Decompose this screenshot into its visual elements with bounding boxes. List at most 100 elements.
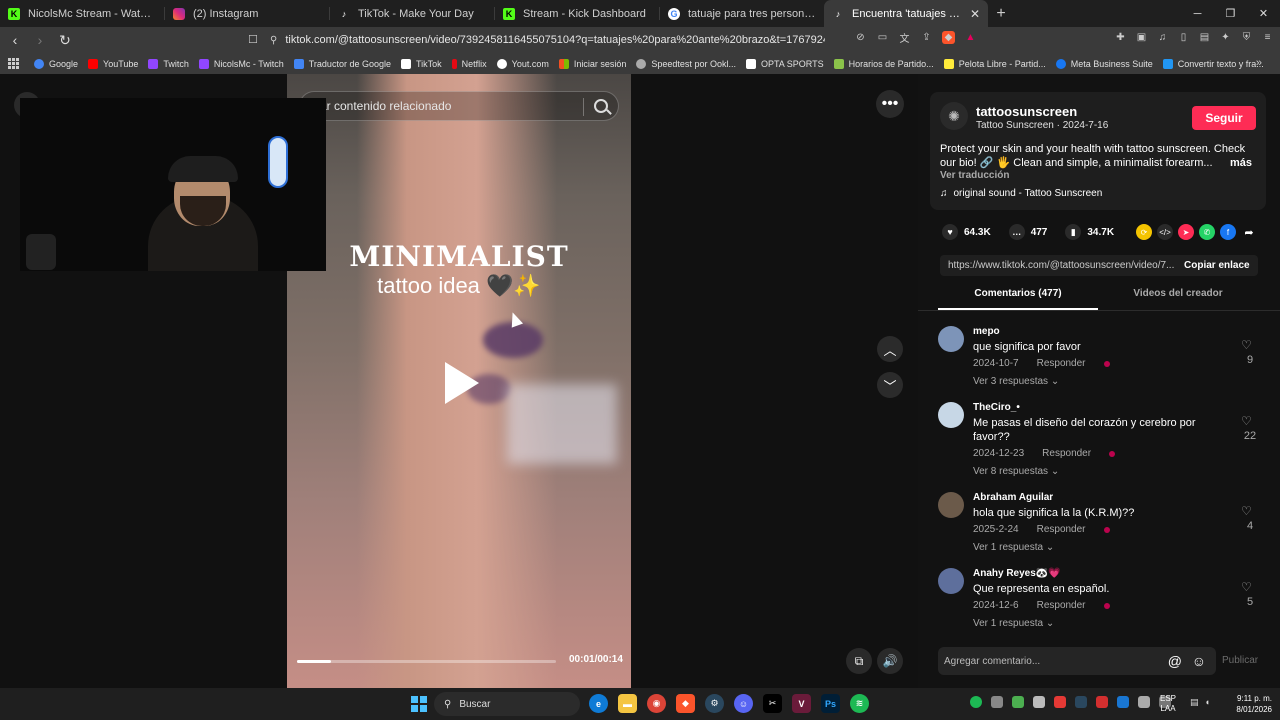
taskbar-search[interactable]: ⚲ Buscar	[434, 692, 580, 716]
chevron-more-icon[interactable]: »	[1256, 57, 1262, 69]
tray-icon[interactable]	[991, 696, 1003, 708]
publish-button[interactable]: Publicar	[1222, 655, 1258, 666]
commenter-name[interactable]: Anahy Reyes🐼💗	[973, 568, 1061, 579]
capcut-icon[interactable]: ✂	[763, 694, 782, 713]
tab-tiktok-active[interactable]: ♪ Encuentra 'tatuajes para ante brazo' ✕	[824, 0, 988, 27]
reply-button[interactable]: Responder	[1037, 358, 1086, 369]
commenter-avatar[interactable]	[938, 568, 964, 594]
taskbar-clock[interactable]: 9:11 p. m. 8/01/2026	[1226, 693, 1272, 715]
video-progress-bar[interactable]	[297, 660, 556, 663]
bookmark-horarios[interactable]: Horarios de Partido...	[833, 58, 934, 69]
reply-button[interactable]: Responder	[1037, 524, 1086, 535]
share-icon[interactable]: ⇪	[920, 31, 933, 44]
network-icon[interactable]: ▤	[1190, 697, 1199, 708]
minimize-icon[interactable]: ─	[1181, 0, 1214, 27]
previous-video-button[interactable]: ︿	[877, 336, 903, 362]
leo-icon[interactable]: ✦	[1219, 31, 1232, 44]
sound-link[interactable]: ♫ original sound - Tattoo Sunscreen	[940, 188, 1102, 199]
windows-start-icon[interactable]	[411, 696, 427, 712]
tab-creator-videos[interactable]: Videos del creador	[1098, 288, 1258, 310]
bookmark-speedtest[interactable]: Speedtest por Ookl...	[636, 58, 736, 69]
restore-icon[interactable]: ❐	[1214, 0, 1247, 27]
pip-icon[interactable]: ⧉	[846, 648, 872, 674]
spotify-tray-icon[interactable]	[970, 696, 982, 708]
bookmark-pelota-libre[interactable]: Pelota Libre - Partid...	[943, 58, 1046, 69]
menu-icon[interactable]: ≡	[1261, 31, 1274, 44]
edge-icon[interactable]: e	[589, 694, 608, 713]
brave-shields-icon[interactable]: ◆	[942, 31, 955, 44]
send-icon[interactable]: ➤	[1178, 224, 1194, 240]
brave-icon[interactable]: ◆	[676, 694, 695, 713]
volume-icon[interactable]: 🔊	[877, 648, 903, 674]
extensions-icon[interactable]: ✚	[1114, 31, 1127, 44]
tray-icon[interactable]	[1096, 696, 1108, 708]
bookmark-icon[interactable]: ☐	[248, 33, 260, 47]
search-icon[interactable]	[594, 99, 608, 113]
chrome-icon[interactable]: ◉	[647, 694, 666, 713]
view-replies-link[interactable]: Ver 1 respuesta ⌄	[973, 618, 1054, 629]
spotify-icon[interactable]: ≋	[850, 694, 869, 713]
emoji-icon[interactable]: ☺	[1192, 653, 1206, 669]
vegas-icon[interactable]: V	[792, 694, 811, 713]
tab-kick-dashboard[interactable]: K Stream - Kick Dashboard	[495, 0, 659, 27]
back-icon[interactable]: ‹	[5, 32, 25, 48]
site-info-icon[interactable]: ⚲	[270, 35, 277, 46]
music-icon[interactable]: ♫	[1156, 31, 1169, 44]
reload-icon[interactable]: ↻	[55, 32, 75, 49]
cast-icon[interactable]: ▭	[876, 31, 889, 44]
translate-link[interactable]: Ver traducción	[940, 170, 1009, 181]
steam-tray-icon[interactable]	[1075, 696, 1087, 708]
bookmark-youtube[interactable]: YouTube	[88, 58, 138, 69]
no-sound-icon[interactable]: ⊘	[854, 31, 867, 44]
view-replies-link[interactable]: Ver 3 respuestas ⌄	[973, 376, 1059, 387]
vpn-icon[interactable]: ⛨	[1240, 31, 1253, 44]
comment-heart-icon[interactable]: ♡	[1241, 414, 1252, 428]
mention-icon[interactable]: @	[1168, 653, 1182, 669]
discord-icon[interactable]: ☺	[734, 694, 753, 713]
like-button[interactable]: ♥ 64.3K	[942, 224, 991, 240]
bookmark-yout[interactable]: Yout.com	[496, 58, 549, 69]
forward-icon[interactable]: ›	[30, 32, 50, 48]
related-search-input[interactable]: car contenido relacionado	[299, 91, 619, 121]
speaker-icon[interactable]: ◖	[1205, 697, 1210, 708]
bookmark-translate[interactable]: Traductor de Google	[293, 58, 391, 69]
tab-instagram[interactable]: (2) Instagram	[165, 0, 329, 27]
tab-google-search[interactable]: G tatuaje para tres personas - Buscar co…	[660, 0, 824, 27]
commenter-name[interactable]: TheCiro_•	[973, 402, 1020, 413]
bookmark-opta[interactable]: OPTA SPORTS	[745, 58, 824, 69]
view-replies-link[interactable]: Ver 8 respuestas ⌄	[973, 466, 1059, 477]
bookmark-nicolsmc-twitch[interactable]: NicolsMc - Twitch	[198, 58, 284, 69]
save-button[interactable]: ▮ 34.7K	[1065, 224, 1114, 240]
commenter-avatar[interactable]	[938, 402, 964, 428]
tab-comments[interactable]: Comentarios (477)	[938, 288, 1098, 310]
close-window-icon[interactable]: ✕	[1247, 0, 1280, 27]
more-options-button[interactable]: •••	[876, 90, 904, 118]
reply-button[interactable]: Responder	[1042, 448, 1091, 459]
video-player[interactable]: car contenido relacionado MINIMALIST tat…	[287, 74, 631, 688]
video-link[interactable]: https://www.tiktok.com/@tattoosunscreen/…	[940, 260, 1176, 271]
comment-input[interactable]: Agregar comentario... @ ☺	[938, 647, 1216, 675]
play-icon[interactable]	[445, 362, 479, 404]
next-video-button[interactable]: ﹀	[877, 372, 903, 398]
file-explorer-icon[interactable]: ▬	[618, 694, 637, 713]
account-avatar[interactable]: ✺	[940, 102, 968, 130]
tray-icon[interactable]	[1138, 696, 1150, 708]
bookmark-google[interactable]: Google	[34, 58, 78, 69]
commenter-name[interactable]: Abraham Aguilar	[973, 492, 1053, 503]
bookmark-iniciar-sesion[interactable]: Iniciar sesión	[558, 58, 626, 69]
commenter-avatar[interactable]	[938, 326, 964, 352]
tray-icon[interactable]	[1012, 696, 1024, 708]
whatsapp-icon[interactable]: ✆	[1199, 224, 1215, 240]
tray-icon[interactable]	[1054, 696, 1066, 708]
steam-icon[interactable]: ⚙	[705, 694, 724, 713]
brave-rewards-icon[interactable]: ▲	[964, 31, 977, 44]
comment-heart-icon[interactable]: ♡	[1241, 338, 1252, 352]
facebook-icon[interactable]: f	[1220, 224, 1236, 240]
account-name[interactable]: tattoosunscreen	[976, 104, 1077, 119]
translate-icon[interactable]: 文	[898, 31, 911, 45]
more-link[interactable]: más	[1230, 156, 1252, 170]
bookmark-convertir[interactable]: Convertir texto y fra...	[1162, 58, 1264, 69]
sidebar-icon[interactable]: ▯	[1177, 31, 1190, 44]
comment-heart-icon[interactable]: ♡	[1241, 580, 1252, 594]
comment-button[interactable]: … 477	[1008, 224, 1047, 240]
